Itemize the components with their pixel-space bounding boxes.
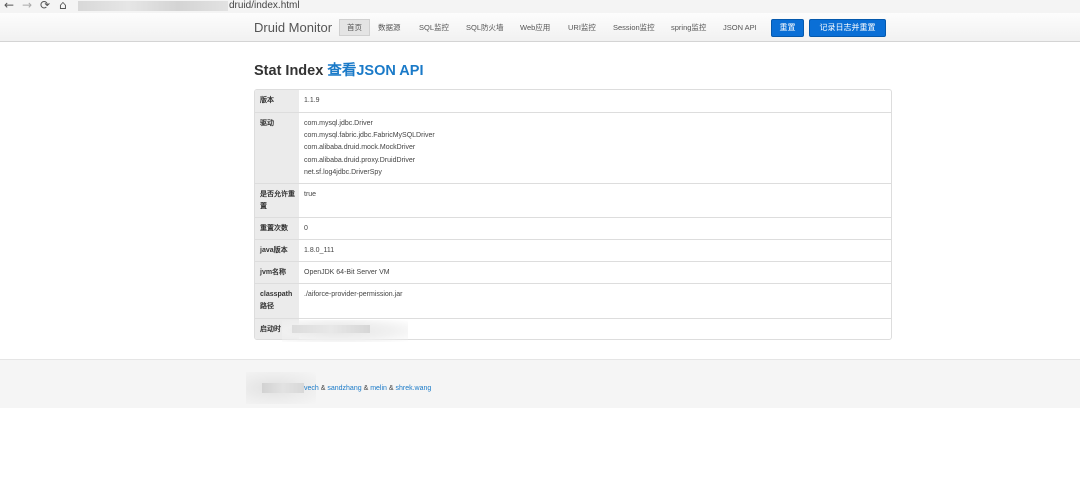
nav-item-web-app[interactable]: Web应用: [520, 19, 550, 36]
top-navbar: Druid Monitor 首页 数据源 SQL监控 SQL防火墙 Web应用 …: [0, 13, 1080, 42]
home-icon[interactable]: ⌂: [59, 0, 67, 12]
jvm-name-label: jvm名称: [255, 262, 299, 283]
footer: [0, 359, 1080, 408]
log-and-reset-button[interactable]: 记录日志并重置: [809, 19, 886, 37]
reset-button[interactable]: 重置: [771, 19, 804, 37]
credit-separator: &: [361, 385, 371, 392]
driver-item: com.mysql.fabric.jdbc.FabricMySQLDriver: [304, 132, 435, 140]
driver-item: net.sf.log4jdbc.DriverSpy: [304, 168, 382, 176]
footer-redacted-bar: [262, 383, 304, 393]
reset-enable-label: 是否允许重置: [255, 184, 299, 217]
table-row-java-version: java版本 1.8.0_111: [255, 239, 891, 261]
table-row-reset-count: 重置次数 0: [255, 217, 891, 239]
page-title-text: Stat Index: [254, 63, 324, 79]
reset-count-label: 重置次数: [255, 218, 299, 239]
driver-item: com.mysql.jdbc.Driver: [304, 120, 373, 127]
nav-item-json-api[interactable]: JSON API: [723, 19, 757, 36]
footer-credits: vech & sandzhang & melin & shrek.wang: [304, 385, 431, 392]
browser-toolbar: ← → ⟳ ⌂ druid/index.html: [0, 0, 1080, 13]
author-link-shrek-wang[interactable]: shrek.wang: [395, 385, 431, 392]
classpath-value: ./aiforce-provider-permission.jar: [304, 291, 403, 298]
version-value: 1.1.9: [304, 97, 320, 104]
reset-count-value: 0: [304, 225, 308, 232]
table-row-classpath: classpath路径 ./aiforce-provider-permissio…: [255, 283, 891, 318]
author-link-sandzhang[interactable]: sandzhang: [327, 385, 361, 392]
address-bar-url[interactable]: druid/index.html: [229, 0, 300, 12]
nav-item-sql-firewall[interactable]: SQL防火墙: [466, 19, 504, 36]
redacted-bar: [292, 325, 370, 333]
version-label: 版本: [255, 90, 299, 112]
nav-item-session-monitor[interactable]: Session监控: [613, 19, 655, 36]
jvm-name-value: OpenJDK 64-Bit Server VM: [304, 269, 390, 276]
table-row-reset-enable: 是否允许重置 true: [255, 183, 891, 217]
java-version-value: 1.8.0_111: [304, 247, 335, 254]
java-version-label: java版本: [255, 240, 299, 261]
table-row-version: 版本 1.1.9: [255, 90, 891, 112]
driver-label: 驱动: [255, 113, 299, 183]
nav-item-sql-monitor[interactable]: SQL监控: [419, 19, 449, 36]
driver-list: com.mysql.jdbc.Driver com.mysql.fabric.j…: [299, 113, 891, 183]
nav-item-spring-monitor[interactable]: spring监控: [671, 19, 706, 36]
page-title: Stat Index 查看JSON API: [254, 62, 423, 80]
driver-item: com.alibaba.druid.proxy.DruidDriver: [304, 156, 416, 164]
forward-icon[interactable]: →: [22, 0, 32, 12]
author-link[interactable]: vech: [304, 385, 319, 392]
table-row-drivers: 驱动 com.mysql.jdbc.Driver com.mysql.fabri…: [255, 112, 891, 183]
author-link-melin[interactable]: melin: [370, 385, 387, 392]
nav-item-uri-monitor[interactable]: URI监控: [568, 19, 596, 36]
json-api-link[interactable]: 查看JSON API: [327, 63, 423, 79]
url-redacted-region: [78, 1, 228, 11]
nav-item-datasource[interactable]: 数据源: [378, 19, 401, 36]
brand-title[interactable]: Druid Monitor: [254, 20, 332, 36]
driver-item: com.alibaba.druid.mock.MockDriver: [304, 144, 416, 152]
table-row-jvm-name: jvm名称 OpenJDK 64-Bit Server VM: [255, 261, 891, 283]
classpath-label: classpath路径: [255, 284, 299, 318]
nav-item-home[interactable]: 首页: [339, 19, 370, 36]
reset-enable-value: true: [304, 191, 317, 198]
back-icon[interactable]: ←: [4, 0, 14, 12]
reload-icon[interactable]: ⟳: [40, 0, 50, 12]
stat-index-table: 版本 1.1.9 驱动 com.mysql.jdbc.Driver com.my…: [254, 89, 892, 340]
